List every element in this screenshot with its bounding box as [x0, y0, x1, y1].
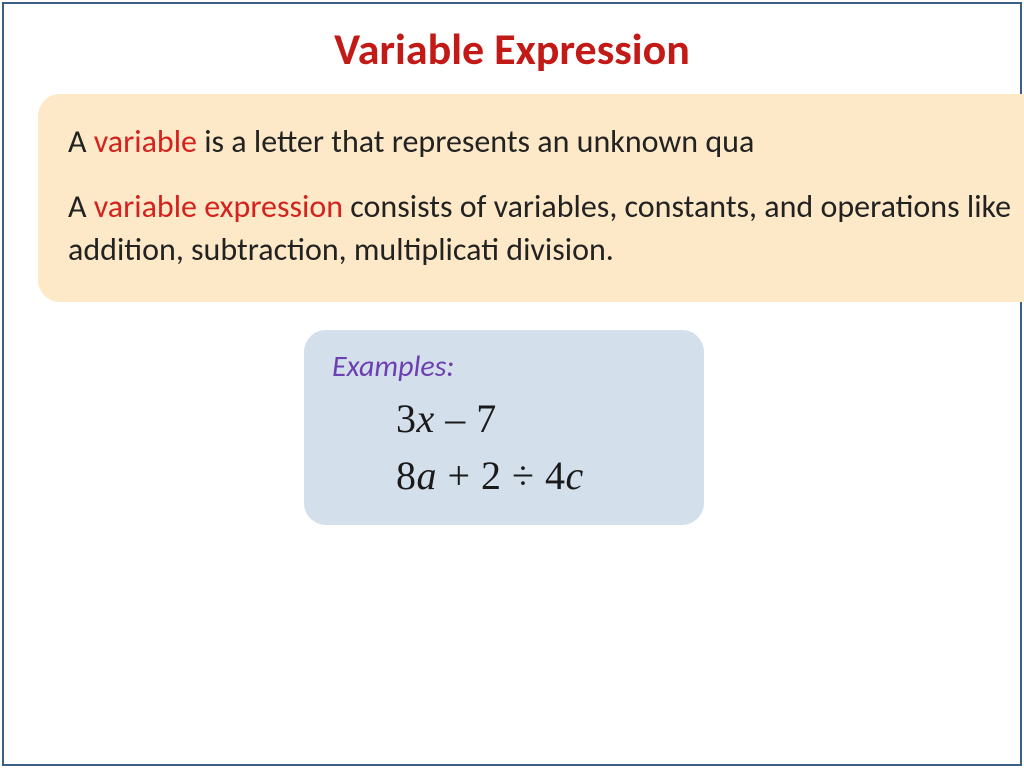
examples-label: Examples:: [332, 348, 676, 385]
variable-x: x: [417, 396, 435, 441]
example-expression-1: 3x – 7: [396, 395, 676, 442]
slide-frame: Variable Expression A variable is a lett…: [2, 2, 1022, 766]
text: A: [68, 187, 94, 226]
slide-title: Variable Expression: [4, 22, 1020, 76]
examples-box: Examples: 3x – 7 8a + 2 ÷ 4c: [304, 330, 704, 525]
coeff: 8: [396, 453, 417, 498]
definition-box: A variable is a letter that represents a…: [38, 94, 1024, 302]
text: A: [68, 122, 94, 161]
term-variable-expression: variable expression: [94, 187, 343, 226]
coeff: 3: [396, 396, 417, 441]
term-variable: variable: [94, 122, 197, 161]
definition-paragraph-1: A variable is a letter that represents a…: [68, 120, 1024, 163]
variable-a: a: [417, 453, 438, 498]
definition-paragraph-2: A variable expression consists of variab…: [68, 185, 1024, 271]
example-expression-2: 8a + 2 ÷ 4c: [396, 452, 676, 499]
text: is a letter that represents an unknown q…: [197, 122, 754, 161]
text: – 7: [435, 396, 497, 441]
variable-c: c: [566, 453, 584, 498]
text: + 2 ÷ 4: [437, 453, 566, 498]
